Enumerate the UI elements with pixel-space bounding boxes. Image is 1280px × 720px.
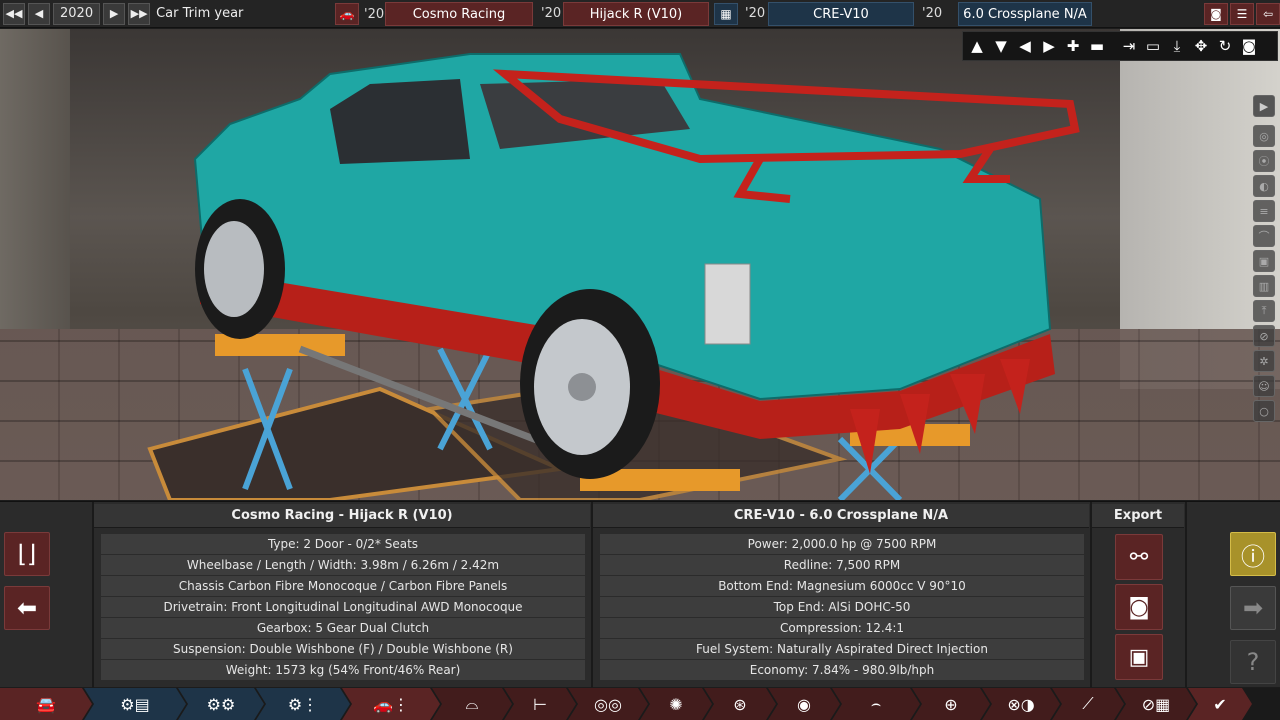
- nav-steering-icon[interactable]: ⊗◑: [982, 688, 1060, 720]
- prev-year-icon[interactable]: ◀: [28, 2, 50, 25]
- nav-suspension-icon[interactable]: ◎◎: [568, 688, 648, 720]
- engine-info-row: Compression: 12.4:1: [600, 618, 1084, 638]
- bottom-nav: 🚘 ⚙▤ ⚙⚙ ⚙⋮ 🚗⋮ ⌓ ⊢ ◎◎ ✺ ⊛ ◉ ⌢ ⊕ ⊗◑ ⟋ ⊘▦ ✔: [0, 688, 1280, 720]
- year-field[interactable]: 2020: [53, 2, 101, 25]
- engine-family-year: '20: [745, 6, 766, 21]
- info-panel: ⌊⌋ ⬅ Cosmo Racing - Hijack R (V10) Type:…: [0, 501, 1280, 688]
- engine-info-row: Redline: 7,500 RPM: [600, 555, 1084, 575]
- fast-forward-icon[interactable]: ▶▶: [128, 2, 151, 25]
- nav-test-icon[interactable]: ⊘▦: [1116, 688, 1196, 720]
- engine-info-title: CRE-V10 - 6.0 Crossplane N/A: [593, 504, 1089, 528]
- rewind-icon[interactable]: ◀◀: [3, 2, 25, 25]
- nav-drivetrain-icon[interactable]: ✺: [640, 688, 712, 720]
- nav-body-icon[interactable]: ⌓: [432, 688, 512, 720]
- back-icon[interactable]: ⬅: [4, 586, 50, 630]
- camera-icon[interactable]: ◙: [1204, 3, 1228, 25]
- car-info-row: Wheelbase / Length / Width: 3.98m / 6.26…: [101, 555, 585, 575]
- tire-icon[interactable]: ⦿: [1253, 150, 1275, 172]
- engine-info-row: Bottom End: Magnesium 6000cc V 90°10: [600, 576, 1084, 596]
- nav-car-icon[interactable]: 🚘: [0, 688, 92, 720]
- export-camera-icon[interactable]: ◙: [1115, 584, 1163, 630]
- car-info-list: Type: 2 Door - 0/2* Seats Wheelbase / Le…: [101, 534, 585, 681]
- pivot-icon[interactable]: ✥: [1190, 35, 1212, 57]
- move-left-icon[interactable]: ◀: [1014, 35, 1036, 57]
- move-right-icon[interactable]: ▶: [1038, 35, 1060, 57]
- rotate-icon[interactable]: ↻: [1214, 35, 1236, 57]
- lights-icon[interactable]: ▣: [1253, 250, 1275, 272]
- nav-chassis-icon[interactable]: ⊢: [504, 688, 576, 720]
- screenshot-icon[interactable]: ◙: [1238, 35, 1260, 57]
- side-toolbar: ▶ ◎ ⦿ ◐ ≡ ⌒ ▣ ▥ ⤒ ⊘ ✲ ☺ ○: [1250, 95, 1278, 425]
- wheel-icon[interactable]: ◎: [1253, 125, 1275, 147]
- car-model-icon[interactable]: 🚗: [335, 3, 359, 25]
- nav-finish-icon[interactable]: ✔: [1188, 688, 1252, 720]
- nav-engine-parts-icon[interactable]: ⚙⚙: [178, 688, 264, 720]
- nav-wheels-icon[interactable]: ⊛: [704, 688, 776, 720]
- nav-fixture-icon[interactable]: ⟋: [1052, 688, 1124, 720]
- lift-icon[interactable]: ⤒: [1253, 300, 1275, 322]
- settings-icon[interactable]: ✲: [1253, 350, 1275, 372]
- view-toolbar: ▲ ▼ ◀ ▶ ✚ ▬ ⇥ ▭ ⤓ ✥ ↻ ◙: [962, 31, 1278, 61]
- save-icon[interactable]: ▣: [1115, 634, 1163, 680]
- drop-icon[interactable]: ⤓: [1166, 35, 1188, 57]
- car-info-row: Gearbox: 5 Gear Dual Clutch: [101, 618, 585, 638]
- nav-engine-tune-icon[interactable]: ⚙⋮: [256, 688, 350, 720]
- circle-icon[interactable]: ○: [1253, 400, 1275, 422]
- nav-brakes-icon[interactable]: ◉: [768, 688, 840, 720]
- reset-view-icon[interactable]: ⇥: [1118, 35, 1140, 57]
- list-icon[interactable]: ☰: [1230, 3, 1254, 25]
- trim-year-label: Car Trim year: [156, 6, 244, 21]
- car-viewport[interactable]: ▲ ▼ ◀ ▶ ✚ ▬ ⇥ ▭ ⤓ ✥ ↻ ◙ ▶ ◎ ⦿ ◐ ≡ ⌒ ▣ ▥ …: [0, 29, 1280, 500]
- zoom-out-icon[interactable]: ▬: [1086, 35, 1108, 57]
- play-icon[interactable]: ▶: [1253, 95, 1275, 117]
- car-render: [147, 53, 1080, 500]
- car-info-row: Chassis Carbon Fibre Monocoque / Carbon …: [101, 576, 585, 596]
- car-info-row: Suspension: Double Wishbone (F) / Double…: [101, 639, 585, 659]
- nav-aero-icon[interactable]: ⌢: [832, 688, 920, 720]
- zoom-in-icon[interactable]: ✚: [1062, 35, 1084, 57]
- engine-info-row: Economy: 7.84% - 980.9lb/hph: [600, 660, 1084, 680]
- person-icon[interactable]: ☺: [1253, 375, 1275, 397]
- car-info-row: Type: 2 Door - 0/2* Seats: [101, 534, 585, 554]
- move-down-icon[interactable]: ▼: [990, 35, 1012, 57]
- car-model-select[interactable]: Cosmo Racing: [385, 2, 533, 26]
- chart-icon[interactable]: ⌊⌋: [4, 532, 50, 576]
- grille-icon[interactable]: ▥: [1253, 275, 1275, 297]
- nav-engine-files-icon[interactable]: ⚙▤: [84, 688, 186, 720]
- trim-year: '20: [541, 6, 562, 21]
- nav-interior-icon[interactable]: ⊕: [912, 688, 990, 720]
- next-arrow-icon[interactable]: ➡: [1230, 586, 1276, 630]
- engine-info-row: Power: 2,000.0 hp @ 7500 RPM: [600, 534, 1084, 554]
- share-icon[interactable]: ⚯: [1115, 534, 1163, 580]
- warning-icon[interactable]: ⓘ: [1230, 532, 1276, 576]
- move-up-icon[interactable]: ▲: [966, 35, 988, 57]
- car-info-row: Weight: 1573 kg (54% Front/46% Rear): [101, 660, 585, 680]
- spring-icon[interactable]: ≡: [1253, 200, 1275, 222]
- engine-family-select[interactable]: CRE-V10: [768, 2, 914, 26]
- export-title: Export: [1092, 504, 1184, 528]
- nav-car-trim-icon[interactable]: 🚗⋮: [342, 688, 440, 720]
- engine-info-list: Power: 2,000.0 hp @ 7500 RPM Redline: 7,…: [600, 534, 1084, 681]
- help-icon[interactable]: ?: [1230, 640, 1276, 684]
- body-icon[interactable]: ⌒: [1253, 225, 1275, 247]
- back-arrow-icon[interactable]: ⇦: [1256, 3, 1280, 25]
- car-info-title: Cosmo Racing - Hijack R (V10): [94, 504, 590, 528]
- car-info-row: Drivetrain: Front Longitudinal Longitudi…: [101, 597, 585, 617]
- engine-info-row: Top End: AlSi DOHC-50: [600, 597, 1084, 617]
- engine-icon[interactable]: ▦: [714, 3, 738, 25]
- car-view-icon[interactable]: ▭: [1142, 35, 1164, 57]
- car-trim-select[interactable]: Hijack R (V10): [563, 2, 709, 26]
- engine-variant-select[interactable]: 6.0 Crossplane N/A: [958, 2, 1092, 26]
- next-year-icon[interactable]: ▶: [103, 2, 126, 25]
- engine-variant-year: '20: [922, 6, 943, 21]
- engine-info-row: Fuel System: Naturally Aspirated Direct …: [600, 639, 1084, 659]
- brake-icon[interactable]: ◐: [1253, 175, 1275, 197]
- no-icon[interactable]: ⊘: [1253, 325, 1275, 347]
- top-bar: ◀◀ ◀ 2020 ▶ ▶▶ Car Trim year 🚗 '20 Cosmo…: [0, 0, 1280, 28]
